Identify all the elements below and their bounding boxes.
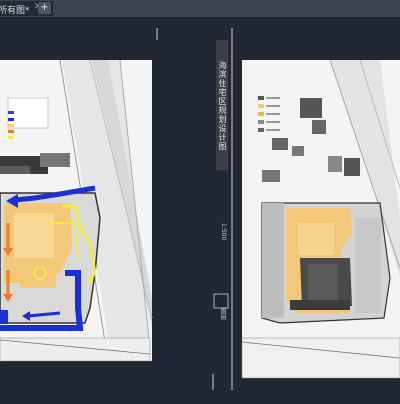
legend-swatch — [258, 128, 264, 132]
building-footprint — [14, 213, 54, 258]
legend-swatch — [258, 104, 264, 108]
legend-swatch-lime — [8, 136, 14, 139]
housing-block — [0, 166, 30, 174]
left-sheet — [0, 59, 153, 362]
legend-swatch — [258, 96, 264, 100]
drawing-title: 海滨住宅区规划设计图 — [218, 61, 227, 151]
legend-swatch-yellow — [8, 124, 14, 127]
dark-strip — [290, 300, 350, 310]
tab-label: 所有图* — [0, 6, 30, 16]
legend-swatch — [258, 112, 264, 116]
plus-icon[interactable]: + — [38, 2, 51, 14]
housing-block — [300, 98, 322, 118]
hatch-area — [262, 203, 284, 318]
legend-swatch — [258, 120, 264, 124]
housing-block — [262, 170, 280, 182]
drawing-scale: 1:500 — [220, 223, 227, 241]
housing-block — [40, 153, 70, 167]
legend-swatch-blue — [8, 111, 14, 114]
housing-block — [328, 156, 342, 172]
bottom-parcel — [0, 337, 151, 362]
housing-block — [272, 138, 288, 150]
right-sheet — [241, 59, 400, 379]
tab-bar: 所有图* ✕ + — [0, 0, 400, 18]
housing-block — [344, 158, 360, 176]
blue-arrow-end — [0, 310, 8, 324]
legend-swatch-orange — [8, 130, 14, 133]
hatch-area — [355, 218, 381, 313]
drawing-canvas[interactable]: 海滨住宅区规划设计图 1:500 图例 — [0, 18, 400, 400]
housing-block — [292, 146, 304, 156]
housing-block — [312, 120, 326, 134]
cad-drawing — [0, 18, 400, 400]
building-footprint — [298, 223, 334, 255]
legend-swatch-blue — [8, 118, 14, 121]
drawing-note: 图例 — [219, 308, 226, 320]
dark-courtyard — [308, 264, 338, 300]
